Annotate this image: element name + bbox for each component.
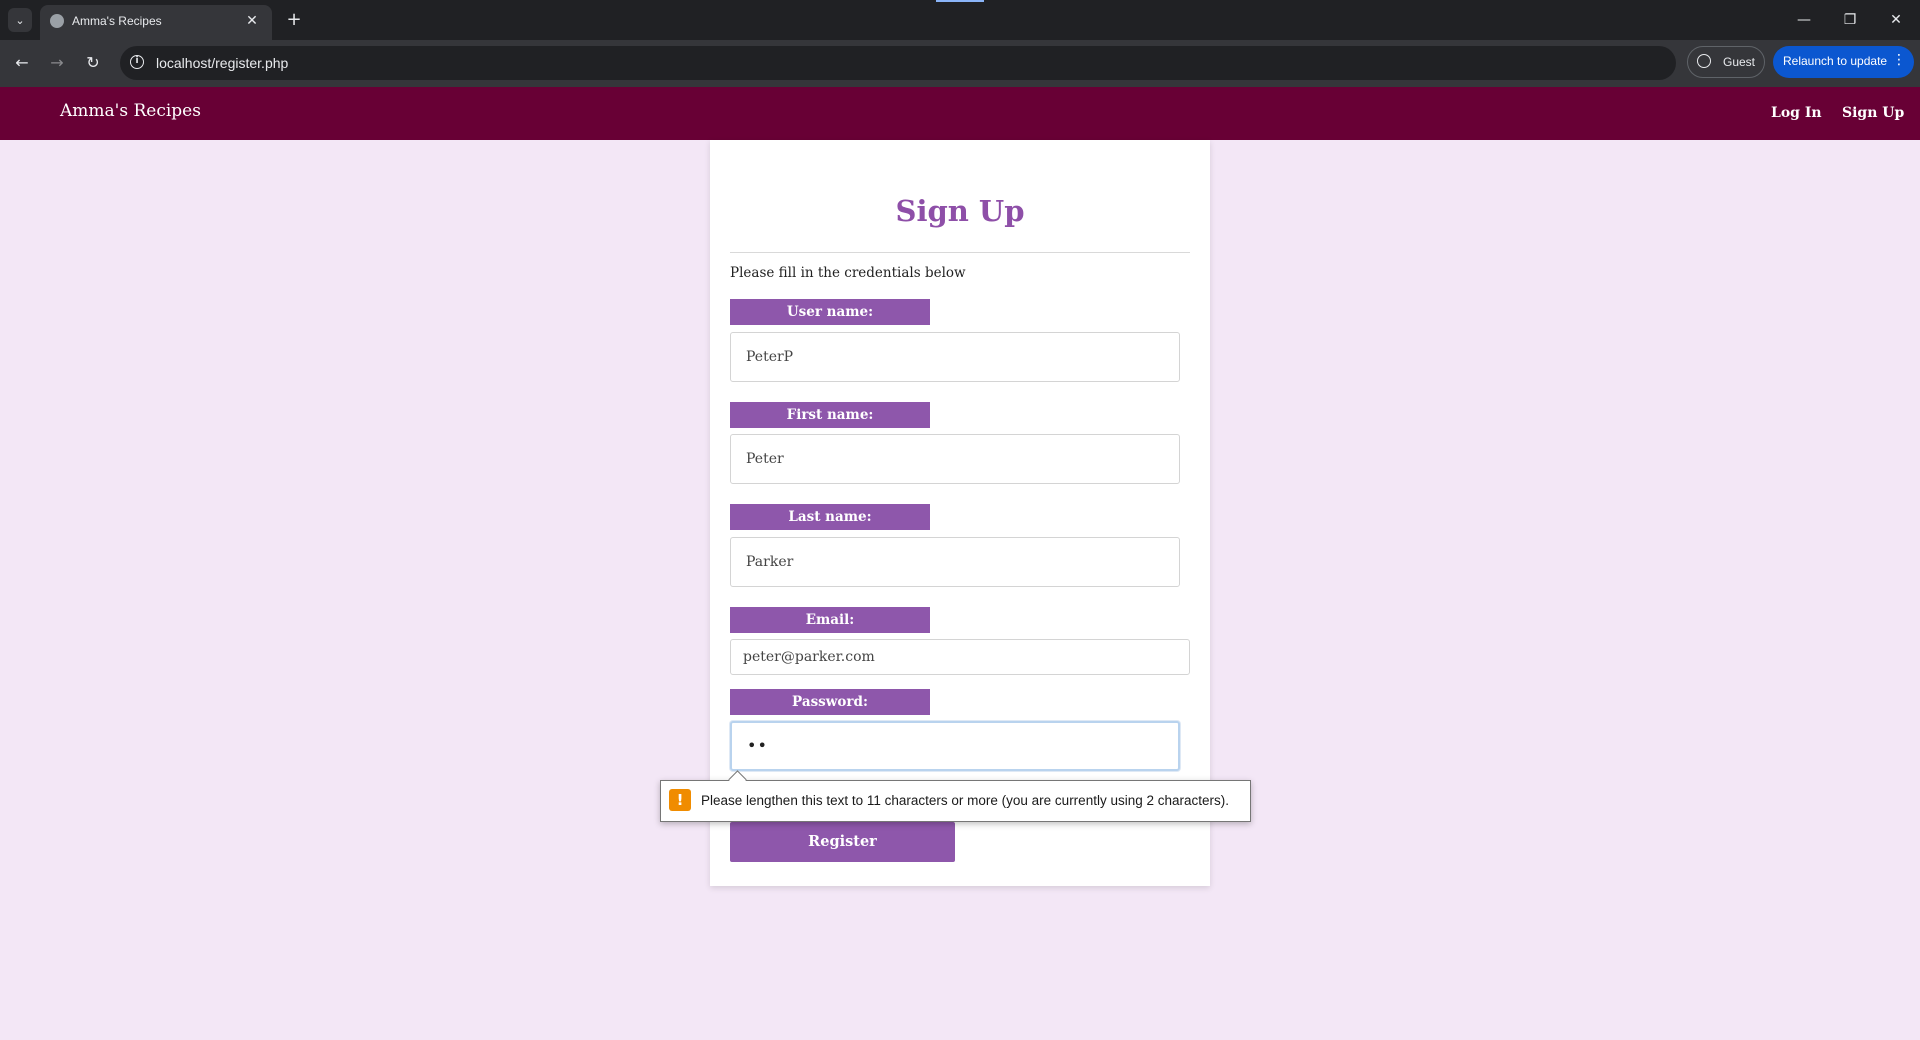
reload-icon[interactable]: ↻ [80,50,106,76]
forward-icon[interactable]: → [44,50,70,76]
url-text[interactable]: localhost/register.php [156,55,288,71]
password-label: Password: [730,689,930,715]
browser-tab-strip: ⌄ Amma's Recipes ✕ + — ❐ ✕ [0,0,1920,40]
title-divider [730,252,1190,253]
nav-login-link[interactable]: Log In [1771,105,1822,121]
first-name-label: First name: [730,402,930,428]
globe-icon [50,14,64,28]
tab-title: Amma's Recipes [72,14,162,28]
password-input[interactable]: •• [730,721,1180,771]
site-navbar: Amma's Recipes Log In Sign Up [0,87,1920,140]
restore-icon[interactable]: ❐ [1834,6,1866,34]
username-input[interactable]: PeterP [730,332,1180,382]
validation-tooltip: ! Please lengthen this text to 11 charac… [660,770,1251,822]
back-icon[interactable]: ← [9,50,35,76]
email-input[interactable]: peter@parker.com [730,639,1190,675]
tab-search-dropdown-icon[interactable]: ⌄ [8,8,32,32]
email-label: Email: [730,607,930,633]
relaunch-to-update-button[interactable]: Relaunch to update ⋮ [1773,46,1914,78]
form-instructions: Please fill in the credentials below [730,265,966,281]
username-label: User name: [730,299,930,325]
signup-card: Sign Up Please fill in the credentials b… [710,140,1210,886]
site-brand[interactable]: Amma's Recipes [60,101,201,121]
tab-close-icon[interactable]: ✕ [242,11,262,31]
profile-icon [1697,54,1711,68]
first-name-input[interactable]: Peter [730,434,1180,484]
guest-label: Guest [1723,55,1756,69]
minimize-icon[interactable]: — [1788,6,1820,34]
site-info-icon[interactable]: i [130,55,144,69]
nav-signup-link[interactable]: Sign Up [1842,105,1904,121]
last-name-input[interactable]: Parker [730,537,1180,587]
page-title: Sign Up [895,194,1025,228]
tab-strip-indicator [936,0,984,2]
validation-message: Please lengthen this text to 11 characte… [701,793,1230,808]
address-bar[interactable]: i localhost/register.php [120,46,1676,80]
window-close-icon[interactable]: ✕ [1880,6,1912,34]
relaunch-label: Relaunch to update [1783,54,1888,68]
last-name-label: Last name: [730,504,930,530]
browser-toolbar: ← → ↻ i localhost/register.php Guest Rel… [0,40,1920,87]
register-button[interactable]: Register [730,822,955,862]
guest-profile-button[interactable]: Guest [1687,46,1765,78]
warning-icon: ! [669,789,691,811]
browser-tab-active[interactable]: Amma's Recipes ✕ [40,5,272,40]
new-tab-button[interactable]: + [282,8,306,32]
more-menu-icon[interactable]: ⋮ [1892,52,1906,68]
